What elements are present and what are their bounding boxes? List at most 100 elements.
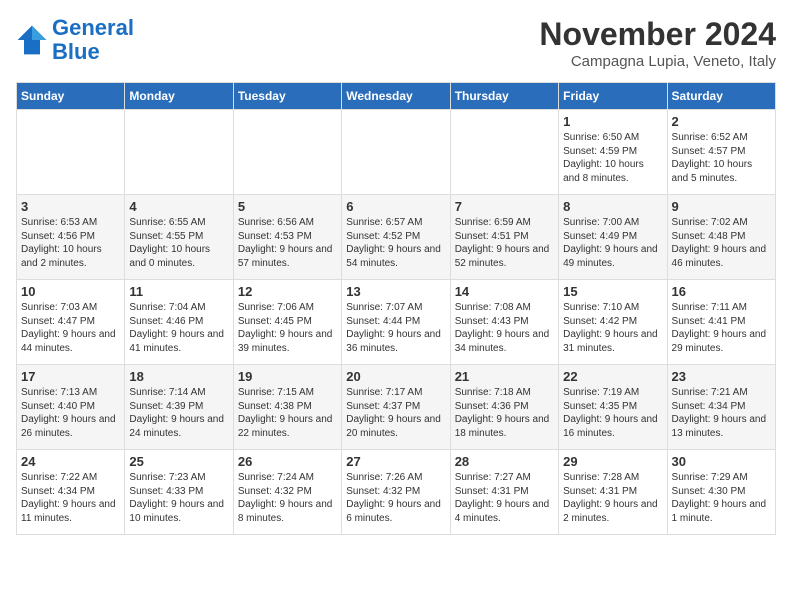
day-info: Sunrise: 7:24 AM Sunset: 4:32 PM Dayligh… xyxy=(238,471,337,525)
day-info: Sunrise: 6:57 AM Sunset: 4:52 PM Dayligh… xyxy=(346,216,445,270)
calendar-cell: 12 Sunrise: 7:06 AM Sunset: 4:45 PM Dayli… xyxy=(233,280,341,365)
day-number: 10 xyxy=(21,284,120,299)
calendar-week-row: 24 Sunrise: 7:22 AM Sunset: 4:34 PM Dayli… xyxy=(17,450,776,535)
calendar-cell: 3Sunrise: 6:53 AM Sunset: 4:56 PM Daylig… xyxy=(17,195,125,280)
calendar-cell xyxy=(125,110,233,195)
day-number: 17 xyxy=(21,369,120,384)
calendar-cell: 5 Sunrise: 6:56 AM Sunset: 4:53 PM Daylig… xyxy=(233,195,341,280)
calendar-cell: 9 Sunrise: 7:02 AM Sunset: 4:48 PM Daylig… xyxy=(667,195,775,280)
calendar-cell: 29 Sunrise: 7:28 AM Sunset: 4:31 PM Dayli… xyxy=(559,450,667,535)
day-info: Sunrise: 6:56 AM Sunset: 4:53 PM Dayligh… xyxy=(238,216,337,270)
calendar-week-row: 3Sunrise: 6:53 AM Sunset: 4:56 PM Daylig… xyxy=(17,195,776,280)
calendar-week-row: 1Sunrise: 6:50 AM Sunset: 4:59 PM Daylig… xyxy=(17,110,776,195)
calendar-cell: 13Sunrise: 7:07 AM Sunset: 4:44 PM Dayli… xyxy=(342,280,450,365)
day-number: 13 xyxy=(346,284,445,299)
day-number: 2 xyxy=(672,114,771,129)
day-number: 27 xyxy=(346,454,445,469)
day-number: 23 xyxy=(672,369,771,384)
logo: General Blue xyxy=(16,16,134,64)
day-info: Sunrise: 6:52 AM Sunset: 4:57 PM Dayligh… xyxy=(672,131,771,185)
calendar-cell xyxy=(450,110,558,195)
day-number: 9 xyxy=(672,199,771,214)
calendar-table: SundayMondayTuesdayWednesdayThursdayFrid… xyxy=(16,82,776,535)
calendar-cell: 30 Sunrise: 7:29 AM Sunset: 4:30 PM Dayli… xyxy=(667,450,775,535)
day-info: Sunrise: 7:19 AM Sunset: 4:35 PM Dayligh… xyxy=(563,386,662,440)
day-info: Sunrise: 7:23 AM Sunset: 4:33 PM Dayligh… xyxy=(129,471,228,525)
calendar-cell: 27Sunrise: 7:26 AM Sunset: 4:32 PM Dayli… xyxy=(342,450,450,535)
day-info: Sunrise: 7:02 AM Sunset: 4:48 PM Dayligh… xyxy=(672,216,771,270)
calendar-cell: 17 Sunrise: 7:13 AM Sunset: 4:40 PM Dayli… xyxy=(17,365,125,450)
weekday-header: Friday xyxy=(559,83,667,110)
calendar-cell xyxy=(342,110,450,195)
weekday-row: SundayMondayTuesdayWednesdayThursdayFrid… xyxy=(17,83,776,110)
calendar-cell: 15 Sunrise: 7:10 AM Sunset: 4:42 PM Dayli… xyxy=(559,280,667,365)
calendar-cell: 22 Sunrise: 7:19 AM Sunset: 4:35 PM Dayli… xyxy=(559,365,667,450)
calendar-cell: 23 Sunrise: 7:21 AM Sunset: 4:34 PM Dayli… xyxy=(667,365,775,450)
day-info: Sunrise: 7:00 AM Sunset: 4:49 PM Dayligh… xyxy=(563,216,662,270)
calendar-cell: 8Sunrise: 7:00 AM Sunset: 4:49 PM Daylig… xyxy=(559,195,667,280)
weekday-header: Thursday xyxy=(450,83,558,110)
day-info: Sunrise: 7:29 AM Sunset: 4:30 PM Dayligh… xyxy=(672,471,771,525)
day-info: Sunrise: 7:27 AM Sunset: 4:31 PM Dayligh… xyxy=(455,471,554,525)
day-info: Sunrise: 7:28 AM Sunset: 4:31 PM Dayligh… xyxy=(563,471,662,525)
day-number: 29 xyxy=(563,454,662,469)
month-title: November 2024 xyxy=(539,16,776,53)
weekday-header: Saturday xyxy=(667,83,775,110)
calendar-body: 1Sunrise: 6:50 AM Sunset: 4:59 PM Daylig… xyxy=(17,110,776,535)
day-info: Sunrise: 7:17 AM Sunset: 4:37 PM Dayligh… xyxy=(346,386,445,440)
day-info: Sunrise: 7:22 AM Sunset: 4:34 PM Dayligh… xyxy=(21,471,120,525)
day-number: 16 xyxy=(672,284,771,299)
calendar-cell: 14Sunrise: 7:08 AM Sunset: 4:43 PM Dayli… xyxy=(450,280,558,365)
day-number: 12 xyxy=(238,284,337,299)
title-section: November 2024 Campagna Lupia, Veneto, It… xyxy=(539,16,776,70)
calendar-cell: 10 Sunrise: 7:03 AM Sunset: 4:47 PM Dayli… xyxy=(17,280,125,365)
calendar-cell xyxy=(233,110,341,195)
calendar-cell xyxy=(17,110,125,195)
day-number: 22 xyxy=(563,369,662,384)
weekday-header: Sunday xyxy=(17,83,125,110)
day-number: 3 xyxy=(21,199,120,214)
day-number: 14 xyxy=(455,284,554,299)
logo-text: General Blue xyxy=(52,16,134,64)
day-info: Sunrise: 7:06 AM Sunset: 4:45 PM Dayligh… xyxy=(238,301,337,355)
day-info: Sunrise: 6:55 AM Sunset: 4:55 PM Dayligh… xyxy=(129,216,228,270)
calendar-cell: 11 Sunrise: 7:04 AM Sunset: 4:46 PM Dayli… xyxy=(125,280,233,365)
day-number: 19 xyxy=(238,369,337,384)
day-number: 5 xyxy=(238,199,337,214)
calendar-cell: 28 Sunrise: 7:27 AM Sunset: 4:31 PM Dayli… xyxy=(450,450,558,535)
day-number: 20 xyxy=(346,369,445,384)
calendar-cell: 7Sunrise: 6:59 AM Sunset: 4:51 PM Daylig… xyxy=(450,195,558,280)
calendar-cell: 26Sunrise: 7:24 AM Sunset: 4:32 PM Dayli… xyxy=(233,450,341,535)
weekday-header: Monday xyxy=(125,83,233,110)
location-subtitle: Campagna Lupia, Veneto, Italy xyxy=(539,53,776,70)
calendar-cell: 18 Sunrise: 7:14 AM Sunset: 4:39 PM Dayli… xyxy=(125,365,233,450)
day-info: Sunrise: 7:15 AM Sunset: 4:38 PM Dayligh… xyxy=(238,386,337,440)
calendar-cell: 4Sunrise: 6:55 AM Sunset: 4:55 PM Daylig… xyxy=(125,195,233,280)
day-number: 11 xyxy=(129,284,228,299)
day-info: Sunrise: 7:21 AM Sunset: 4:34 PM Dayligh… xyxy=(672,386,771,440)
day-info: Sunrise: 7:10 AM Sunset: 4:42 PM Dayligh… xyxy=(563,301,662,355)
day-number: 24 xyxy=(21,454,120,469)
day-number: 7 xyxy=(455,199,554,214)
weekday-header: Tuesday xyxy=(233,83,341,110)
day-number: 6 xyxy=(346,199,445,214)
calendar-week-row: 10 Sunrise: 7:03 AM Sunset: 4:47 PM Dayli… xyxy=(17,280,776,365)
day-info: Sunrise: 7:13 AM Sunset: 4:40 PM Dayligh… xyxy=(21,386,120,440)
day-info: Sunrise: 7:14 AM Sunset: 4:39 PM Dayligh… xyxy=(129,386,228,440)
day-number: 21 xyxy=(455,369,554,384)
calendar-week-row: 17 Sunrise: 7:13 AM Sunset: 4:40 PM Dayli… xyxy=(17,365,776,450)
day-number: 30 xyxy=(672,454,771,469)
calendar-cell: 6 Sunrise: 6:57 AM Sunset: 4:52 PM Daylig… xyxy=(342,195,450,280)
day-info: Sunrise: 6:50 AM Sunset: 4:59 PM Dayligh… xyxy=(563,131,662,185)
calendar-cell: 19 Sunrise: 7:15 AM Sunset: 4:38 PM Dayli… xyxy=(233,365,341,450)
logo-icon xyxy=(16,24,48,56)
day-number: 28 xyxy=(455,454,554,469)
calendar-cell: 21Sunrise: 7:18 AM Sunset: 4:36 PM Dayli… xyxy=(450,365,558,450)
day-number: 15 xyxy=(563,284,662,299)
day-number: 18 xyxy=(129,369,228,384)
day-info: Sunrise: 7:04 AM Sunset: 4:46 PM Dayligh… xyxy=(129,301,228,355)
calendar-cell: 20 Sunrise: 7:17 AM Sunset: 4:37 PM Dayli… xyxy=(342,365,450,450)
page-header: General Blue November 2024 Campagna Lupi… xyxy=(16,16,776,70)
calendar-cell: 24 Sunrise: 7:22 AM Sunset: 4:34 PM Dayli… xyxy=(17,450,125,535)
day-info: Sunrise: 7:03 AM Sunset: 4:47 PM Dayligh… xyxy=(21,301,120,355)
